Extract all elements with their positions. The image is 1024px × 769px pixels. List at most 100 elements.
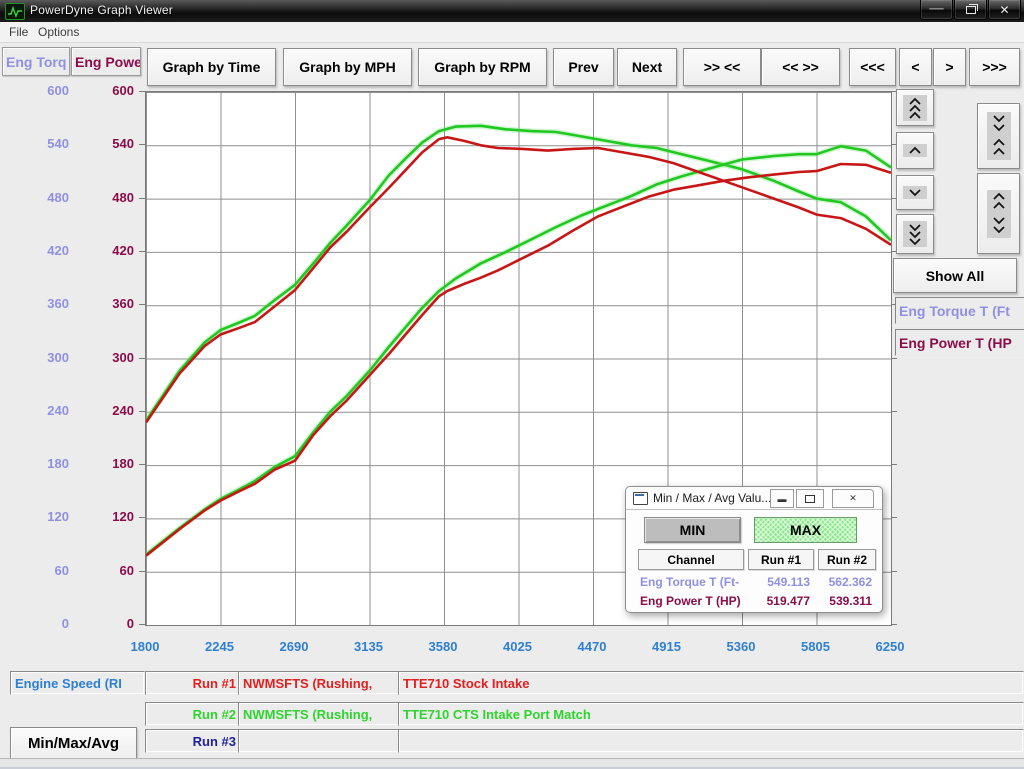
minmax-close-icon[interactable]: ✕ (832, 489, 874, 508)
min-toggle-button[interactable]: MIN (644, 517, 741, 543)
chevron-down-icon (903, 186, 927, 199)
scroll-first-button[interactable]: <<< (849, 48, 896, 86)
minmax-header-channel: Channel (638, 549, 744, 570)
rpm-tick-label: 5360 (709, 639, 773, 654)
axis-tick (139, 198, 145, 199)
tab-eng-torque[interactable]: Eng Torq (2, 47, 70, 76)
minmax-window[interactable]: Min / Max / Avg Valu... ▬ ✕ MIN MAX Chan… (625, 486, 883, 613)
axis-tick (139, 411, 145, 412)
minmax-restore-icon[interactable] (796, 489, 824, 508)
menu-options[interactable]: Options (38, 25, 79, 39)
run3-label[interactable]: Run #3 (145, 729, 241, 753)
axis-tick (139, 517, 145, 518)
run2-description-field[interactable]: TTE710 CTS Intake Port Match (398, 702, 1024, 726)
torque-tick-label: 60 (0, 563, 69, 578)
close-icon[interactable]: ✕ (988, 0, 1021, 20)
axis-tick (891, 464, 897, 465)
minmax-titlebar[interactable]: Min / Max / Avg Valu... ▬ ✕ (626, 487, 882, 510)
max-toggle-button[interactable]: MAX (754, 517, 857, 543)
chevrons-compress-icon (987, 112, 1011, 160)
rpm-tick-label: 1800 (113, 639, 177, 654)
power-tick-label: 480 (72, 190, 134, 205)
rpm-tick-label: 4915 (635, 639, 699, 654)
channel-power-field[interactable]: Eng Power T (HP (895, 329, 1024, 356)
scroll-last-button[interactable]: >>> (969, 48, 1020, 86)
next-button[interactable]: Next (617, 48, 677, 86)
power-tick-label: 180 (72, 456, 134, 471)
rpm-tick-label: 3580 (411, 639, 475, 654)
status-strip (0, 758, 1024, 769)
expand-scale-button[interactable] (977, 173, 1020, 254)
axis-tick (139, 571, 145, 572)
minmaxavg-button[interactable]: Min/Max/Avg (10, 727, 137, 760)
menu-bar: File Options (0, 22, 1024, 43)
axis-tick (891, 624, 897, 625)
torque-tick-label: 360 (0, 296, 69, 311)
run2-comment-field[interactable]: NWMSFTS (Rushing, (238, 702, 403, 726)
axis-tick (139, 358, 145, 359)
scale-up-fast-button[interactable] (896, 89, 934, 126)
rpm-tick-label: 3135 (337, 639, 401, 654)
minmax-row-value: 549.113 (748, 575, 810, 589)
window-controls: ── ✕ (919, 0, 1021, 19)
x-axis-channel-field[interactable]: Engine Speed (RI (10, 671, 145, 695)
minmax-row-value: 519.477 (748, 594, 810, 608)
triple-chevron-up-icon (903, 95, 927, 121)
run1-comment-field[interactable]: NWMSFTS (Rushing, (238, 671, 403, 695)
menu-file[interactable]: File (9, 25, 28, 39)
axis-tick (891, 411, 897, 412)
graph-by-mph-button[interactable]: Graph by MPH (283, 48, 412, 86)
axis-tick (139, 91, 145, 92)
torque-tick-label: 420 (0, 243, 69, 258)
power-tick-label: 360 (72, 296, 134, 311)
torque-tick-label: 300 (0, 350, 69, 365)
show-all-button[interactable]: Show All (893, 258, 1017, 293)
axis-tick (891, 571, 897, 572)
zoom-in-button[interactable]: >> << (683, 48, 761, 86)
axis-tick (139, 464, 145, 465)
minmax-minimize-icon[interactable]: ▬ (770, 489, 794, 508)
scale-up-button[interactable] (896, 132, 934, 169)
zoom-out-button[interactable]: << >> (761, 48, 840, 86)
axis-tick (139, 624, 145, 625)
power-tick-label: 300 (72, 350, 134, 365)
torque-axis-labels: 600540480420360300240180120600 (0, 0, 71, 768)
triple-chevron-down-icon (903, 221, 927, 247)
graph-by-time-button[interactable]: Graph by Time (147, 48, 276, 86)
run2-label[interactable]: Run #2 (145, 702, 241, 726)
minmax-header-run1: Run #1 (748, 549, 814, 570)
power-tick-label: 420 (72, 243, 134, 258)
compress-scale-button[interactable] (977, 103, 1020, 169)
rpm-tick-label: 4025 (486, 639, 550, 654)
axis-tick (139, 304, 145, 305)
run3-description-field[interactable] (398, 729, 1024, 753)
minmax-row-value: 562.362 (818, 575, 872, 589)
window-title: PowerDyne Graph Viewer (30, 3, 173, 17)
rpm-tick-label: 5805 (784, 639, 848, 654)
torque-tick-label: 600 (0, 83, 69, 98)
scale-down-fast-button[interactable] (896, 214, 934, 254)
torque-tick-label: 480 (0, 190, 69, 205)
app-icon (5, 3, 25, 20)
scroll-left-button[interactable]: < (899, 48, 932, 86)
torque-tick-label: 180 (0, 456, 69, 471)
tab-eng-power[interactable]: Eng Powe (71, 47, 141, 76)
torque-tick-label: 540 (0, 136, 69, 151)
axis-tick (139, 251, 145, 252)
run1-label[interactable]: Run #1 (145, 671, 241, 695)
torque-tick-label: 120 (0, 509, 69, 524)
minimize-icon[interactable]: ── (920, 0, 953, 20)
power-tick-label: 0 (72, 616, 134, 631)
run1-description-field[interactable]: TTE710 Stock Intake (398, 671, 1024, 695)
run3-comment-field[interactable] (238, 729, 403, 753)
channel-torque-field[interactable]: Eng Torque T (Ft (895, 297, 1024, 324)
scale-down-button[interactable] (896, 175, 934, 210)
scroll-right-button[interactable]: > (933, 48, 966, 86)
rpm-tick-label: 2245 (188, 639, 252, 654)
rpm-tick-label: 2690 (262, 639, 326, 654)
axis-tick (891, 358, 897, 359)
chevron-up-icon (903, 144, 927, 157)
graph-by-rpm-button[interactable]: Graph by RPM (418, 48, 547, 86)
prev-button[interactable]: Prev (553, 48, 614, 86)
restore-icon[interactable] (954, 0, 987, 20)
